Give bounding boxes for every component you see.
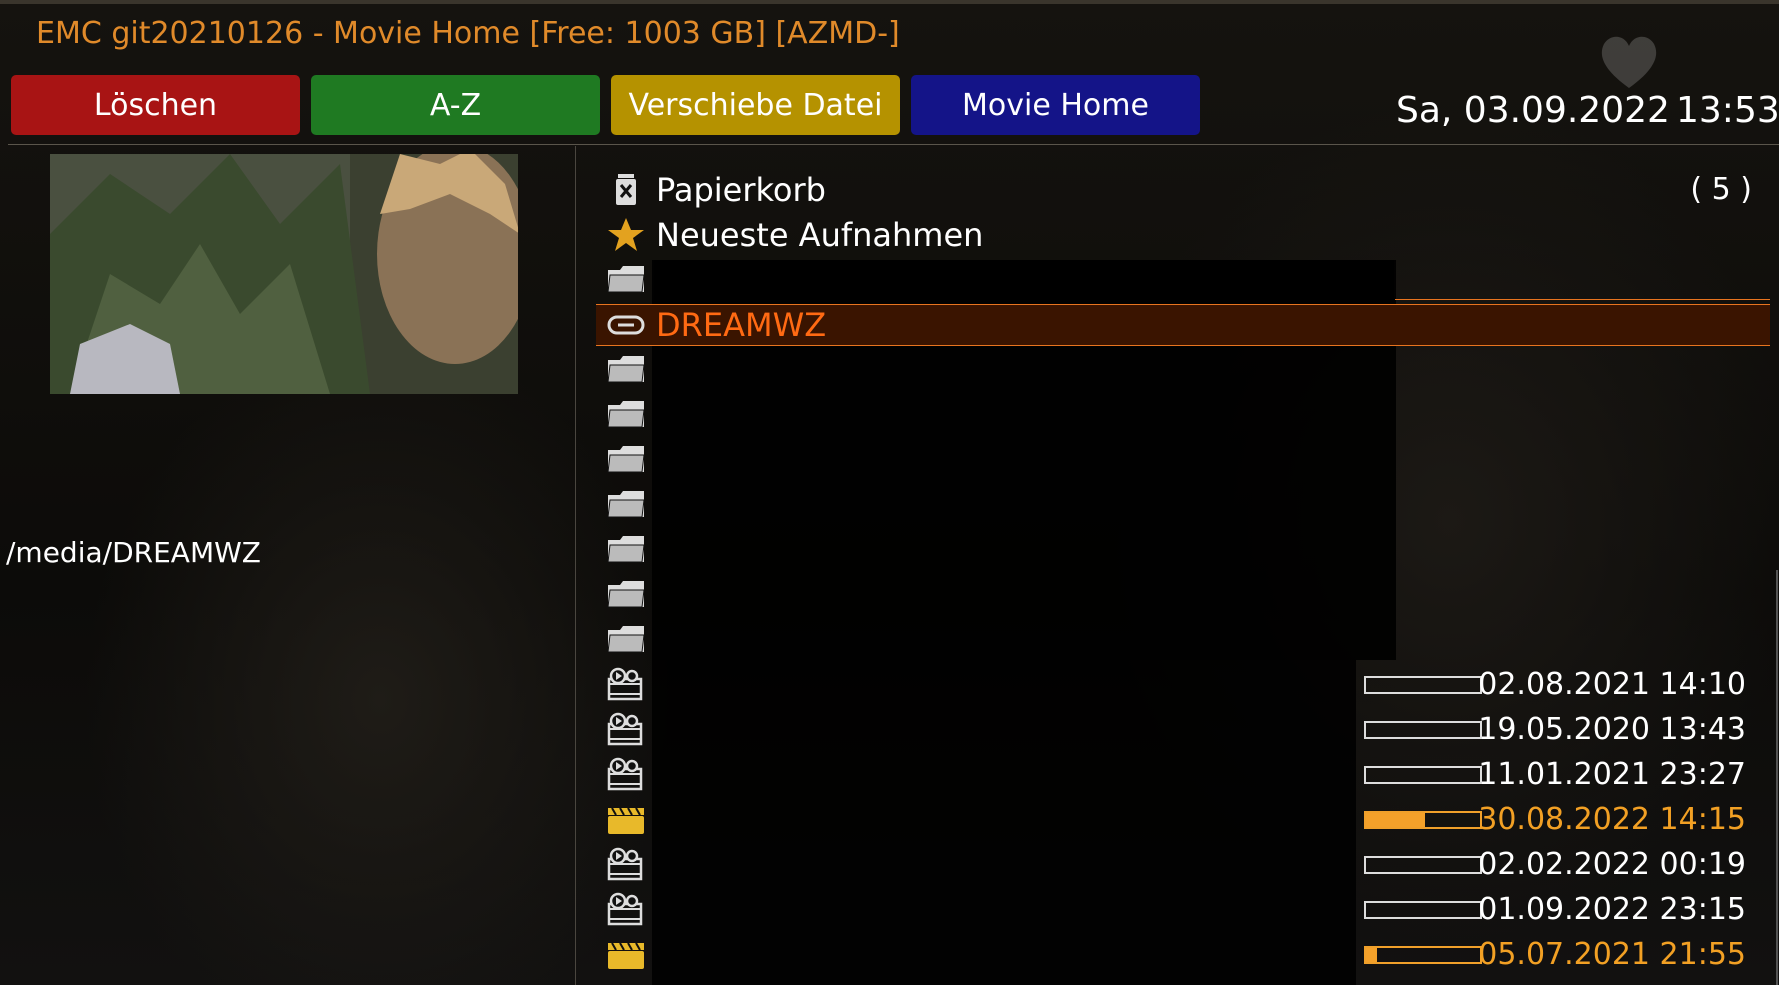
video-file-icon (607, 667, 643, 701)
folder-icon (607, 356, 645, 383)
recording-item[interactable]: 02.02.2022 00:19 (596, 845, 1770, 885)
list-item-folder[interactable] (596, 530, 1770, 570)
folder-icon (607, 266, 645, 293)
list-item-folder[interactable] (596, 620, 1770, 660)
scrollbar[interactable] (1776, 570, 1778, 985)
progress-bar (1364, 811, 1482, 829)
recording-item[interactable]: 01.09.2022 23:15 (596, 890, 1770, 930)
link-icon (607, 315, 645, 335)
recording-date: 19.05.2020 13:43 (1478, 712, 1746, 747)
folder-icon (607, 581, 645, 608)
list-item-folder[interactable] (596, 485, 1770, 525)
clapperboard-icon (608, 807, 644, 834)
sort-az-button[interactable]: A-Z (311, 75, 600, 135)
progress-bar (1364, 856, 1482, 874)
trash-count: ( 5 ) (1690, 172, 1752, 207)
dreamwz-label: DREAMWZ (656, 306, 827, 344)
panel-divider (575, 146, 576, 985)
video-file-icon (607, 847, 643, 881)
folder-icon (607, 626, 645, 653)
recording-date: 02.08.2021 14:10 (1478, 667, 1746, 702)
preview-thumbnail (50, 154, 518, 394)
recording-item[interactable]: 02.08.2021 14:10 (596, 665, 1770, 705)
recording-date: 11.01.2021 23:27 (1478, 757, 1746, 792)
recent-label: Neueste Aufnahmen (656, 216, 984, 254)
selection-underline (1395, 299, 1770, 300)
folder-name-redacted (654, 260, 1394, 300)
channel-logo-icon (1601, 36, 1657, 88)
recording-date: 01.09.2022 23:15 (1478, 892, 1746, 927)
movie-home-button[interactable]: Movie Home (911, 75, 1200, 135)
progress-bar (1364, 721, 1482, 739)
progress-fill (1366, 813, 1426, 827)
current-time: 13:53 (1676, 90, 1779, 131)
list-item-folder[interactable] (596, 260, 1770, 300)
trash-label: Papierkorb (656, 171, 826, 209)
star-icon (608, 218, 644, 251)
progress-bar (1364, 676, 1482, 694)
progress-bar (1364, 901, 1482, 919)
list-item-trash[interactable]: Papierkorb ( 5 ) (596, 170, 1770, 210)
top-border (0, 0, 1779, 4)
recording-item[interactable]: 05.07.2021 21:55 (596, 935, 1770, 975)
list-item-folder[interactable] (596, 440, 1770, 480)
current-path: /media/DREAMWZ (6, 536, 261, 569)
video-file-icon (607, 892, 643, 926)
progress-bar (1364, 946, 1482, 964)
recording-item[interactable]: 11.01.2021 23:27 (596, 755, 1770, 795)
list-item-folder[interactable] (596, 575, 1770, 615)
video-file-icon (607, 757, 643, 791)
recording-date: 05.07.2021 21:55 (1478, 937, 1746, 972)
move-file-button[interactable]: Verschiebe Datei (611, 75, 900, 135)
screen-title: EMC git20210126 - Movie Home [Free: 1003… (36, 16, 900, 51)
current-date: Sa, 03.09.2022 (1396, 90, 1670, 131)
recording-date: 02.02.2022 00:19 (1478, 847, 1746, 882)
trash-icon (616, 174, 636, 205)
clapperboard-icon (608, 942, 644, 969)
delete-button[interactable]: Löschen (11, 75, 300, 135)
video-file-icon (607, 712, 643, 746)
folder-icon (607, 536, 645, 563)
recording-item[interactable]: 30.08.2022 14:15 (596, 800, 1770, 840)
progress-fill (1366, 948, 1378, 962)
progress-bar (1364, 766, 1482, 784)
folder-icon (607, 401, 645, 428)
recording-date: 30.08.2022 14:15 (1478, 802, 1746, 837)
list-item-recent[interactable]: Neueste Aufnahmen (596, 215, 1770, 255)
list-item-folder[interactable] (596, 395, 1770, 435)
folder-icon (607, 491, 645, 518)
recording-item[interactable]: 19.05.2020 13:43 (596, 710, 1770, 750)
list-item-dreamwz[interactable]: DREAMWZ (596, 304, 1770, 346)
list-item-folder[interactable] (596, 350, 1770, 390)
header-divider (8, 144, 1779, 145)
folder-icon (607, 446, 645, 473)
